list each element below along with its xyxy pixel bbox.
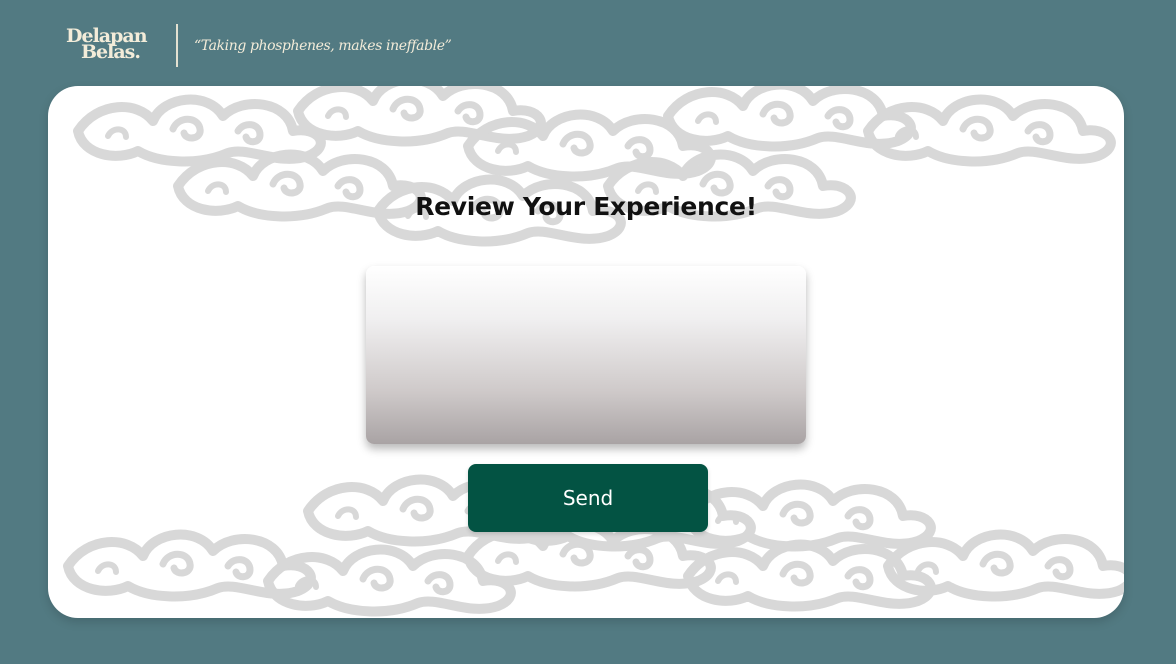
review-textarea[interactable] xyxy=(366,266,806,444)
send-button[interactable]: Send xyxy=(468,464,708,532)
page-title: Review Your Experience! xyxy=(415,192,757,221)
brand-logo[interactable]: Delapan Belas. xyxy=(64,24,154,68)
review-card: Review Your Experience! Send xyxy=(48,86,1124,618)
header: Delapan Belas. “Taking phosphenes, makes… xyxy=(0,0,1176,86)
tagline: “Taking phosphenes, makes ineffable” xyxy=(194,38,452,54)
logo-line-2: Belas. xyxy=(81,41,141,63)
header-divider xyxy=(176,24,178,67)
